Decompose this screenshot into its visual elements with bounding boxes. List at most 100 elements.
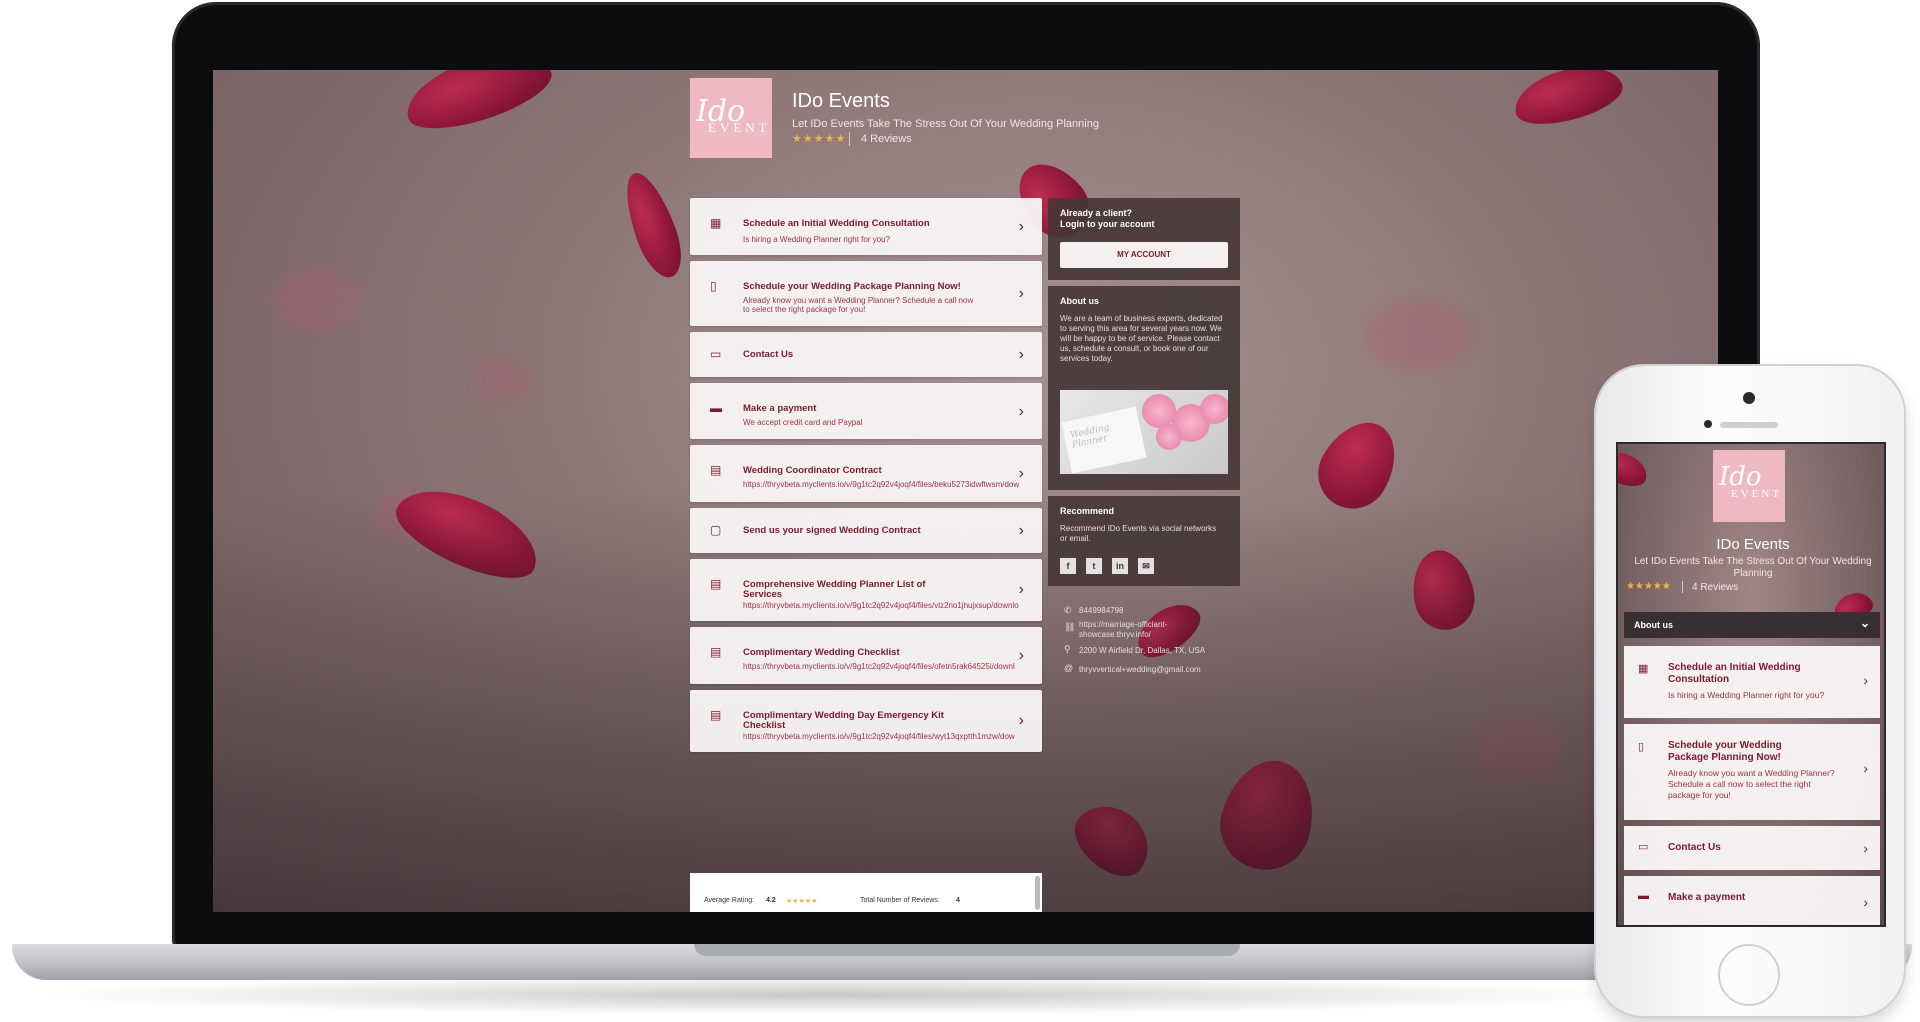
email-address[interactable]: thryvvertical+wedding@gmail.com [1079,665,1201,674]
file-icon: ▢ [710,523,722,537]
average-rating-value: 4.2 [766,897,776,904]
recommend-panel: Recommend Recommend IDo Events via socia… [1048,496,1240,586]
twitter-icon[interactable]: t [1086,558,1102,574]
chevron-right-icon: › [1018,465,1024,482]
logo-caps: EVENT [1731,488,1783,500]
file-link[interactable]: https://thryvbeta.myclients.io/v/9g1tc2q… [743,601,1033,611]
phone-frame: Ido EVENT IDo Events Let IDo Events Take… [1596,366,1904,1016]
brand-logo[interactable]: Ido EVENT [1713,450,1785,522]
service-card-payment[interactable]: ▬ Make a payment We accept credit card a… [690,383,1042,439]
rose-petal [1406,545,1480,635]
service-card-package-planning[interactable]: ▯ Schedule your Wedding Package Planning… [690,261,1042,326]
scrollbar[interactable] [1035,876,1040,910]
service-title: Services [743,589,783,600]
laptop-icon: ▭ [710,347,722,361]
file-link[interactable]: https://thryvbeta.myclients.io/v/9g1tc2q… [743,662,1033,672]
my-account-button[interactable]: MY ACCOUNT [1060,242,1228,268]
chevron-right-icon: › [1018,346,1024,363]
background-blur [1473,720,1563,780]
about-text: to serving this area for several years n… [1060,324,1222,333]
phone-sensor [1704,420,1712,428]
service-subtitle: Already know you want a Wedding Planner? [1668,768,1835,778]
chevron-right-icon: › [1863,840,1868,856]
service-card-contact-us[interactable]: ▭ Contact Us › [1624,826,1880,870]
service-title: Send us your signed Wedding Contract [743,525,921,536]
service-title: Schedule your Wedding Package Planning N… [743,281,961,292]
reviews-link[interactable]: 4 Reviews [861,133,912,145]
service-card-consultation[interactable]: ▦ Schedule an Initial Wedding Consultati… [1624,646,1880,718]
chevron-right-icon: › [1863,672,1868,688]
location-pin-icon: ⚲ [1064,644,1071,654]
about-heading: About us [1060,296,1099,306]
service-title: Wedding Coordinator Contract [743,465,882,476]
service-title: Complimentary Wedding Checklist [743,647,900,658]
brand-title: IDo Events [1716,536,1790,553]
website-link[interactable]: showcase.thryv.info/ [1079,630,1151,639]
website-link[interactable]: https://marriage-officiant- [1079,620,1167,629]
background-blur [273,270,363,330]
background-blur [1363,300,1473,370]
document-icon: ▤ [710,463,722,477]
about-text: will be happy to be of service. Please c… [1060,334,1220,343]
link-icon: ⛓ [1064,622,1076,632]
laptop-icon: ▭ [1638,841,1649,853]
facebook-icon[interactable]: f [1060,558,1076,574]
calendar-icon: ▦ [710,216,722,230]
file-link[interactable]: https://thryvbeta.myclients.io/v/9g1tc2q… [743,732,1033,742]
total-reviews-label: Total Number of Reviews: [860,897,940,904]
service-card-contact-us[interactable]: ▭ Contact Us › [690,332,1042,377]
flower [1142,394,1176,428]
service-card-checklist[interactable]: ▤ Complimentary Wedding Checklist https:… [690,627,1042,684]
service-card-planner-list[interactable]: ▤ Comprehensive Wedding Planner List of … [690,559,1042,621]
rose-petal [397,70,559,142]
phone-home-button[interactable] [1718,944,1780,1006]
service-title: Make a payment [743,403,817,414]
rating-stars: ★★★★★ [1626,581,1671,592]
phone-number[interactable]: 8449984798 [1079,606,1124,615]
service-title: Contact Us [1668,842,1721,853]
laptop-shadow [30,975,1630,1015]
service-card-package-planning[interactable]: ▯ Schedule your Wedding Package Planning… [1624,724,1880,820]
service-card-payment[interactable]: ▬ Make a payment › [1624,876,1880,925]
rating-summary: Average Rating: 4.2 ★★★★★ Total Number o… [690,873,1042,912]
chevron-right-icon: › [1018,403,1024,420]
service-title: Contact Us [743,349,794,360]
credit-card-icon: ▬ [1638,890,1649,902]
service-title: Consultation [1668,674,1730,685]
phone-camera [1743,392,1755,404]
calendar-icon: ▦ [1638,663,1649,675]
rating-stars: ★★★★★ [792,133,847,145]
logo-caps: EVENT [708,120,771,135]
header-divider [1682,581,1683,593]
service-card-signed-contract[interactable]: ▢ Send us your signed Wedding Contract › [690,508,1042,553]
average-rating-stars: ★★★★★ [786,898,818,905]
reviews-link[interactable]: 4 Reviews [1692,582,1738,593]
service-card-coordinator-contract[interactable]: ▤ Wedding Coordinator Contract https://t… [690,445,1042,502]
document-icon: ▤ [710,708,722,722]
flower [1200,394,1228,424]
chevron-right-icon: › [1018,647,1024,664]
linkedin-icon[interactable]: in [1112,558,1128,574]
laptop-notch [694,944,1240,956]
credit-card-icon: ▬ [710,401,722,415]
service-card-consultation[interactable]: ▦ Schedule an Initial Wedding Consultati… [690,198,1042,255]
recommend-heading: Recommend [1060,506,1115,516]
chevron-right-icon: › [1018,285,1024,302]
brand-logo[interactable]: Ido EVENT [690,78,772,158]
tablet-icon: ▯ [1638,741,1645,753]
service-title: Schedule your Wedding [1668,740,1782,751]
service-title: Make a payment [1668,892,1746,903]
brand-tagline: Let IDo Events Take The Stress Out Of Yo… [1634,556,1872,579]
address[interactable]: 2200 W Airfield Dr, Dallas, TX, USA [1079,646,1205,655]
laptop-screen: Ido EVENT IDo Events Let IDo Events Take… [213,70,1718,912]
account-panel: Already a client? Login to your account … [1048,198,1240,280]
photo-card: Wedding Planner [1061,406,1147,474]
file-link[interactable]: https://thryvbeta.myclients.io/v/9g1tc2q… [743,480,1033,490]
about-us-toggle[interactable]: About us ⌄ [1624,612,1880,638]
service-card-emergency-kit[interactable]: ▤ Complimentary Wedding Day Emergency Ki… [690,690,1042,752]
header-divider [849,132,850,146]
about-panel: About us We are a team of business exper… [1048,286,1240,490]
email-icon[interactable]: ✉ [1138,558,1154,574]
about-text: services today. [1060,354,1113,363]
rose-petal [1618,446,1652,492]
